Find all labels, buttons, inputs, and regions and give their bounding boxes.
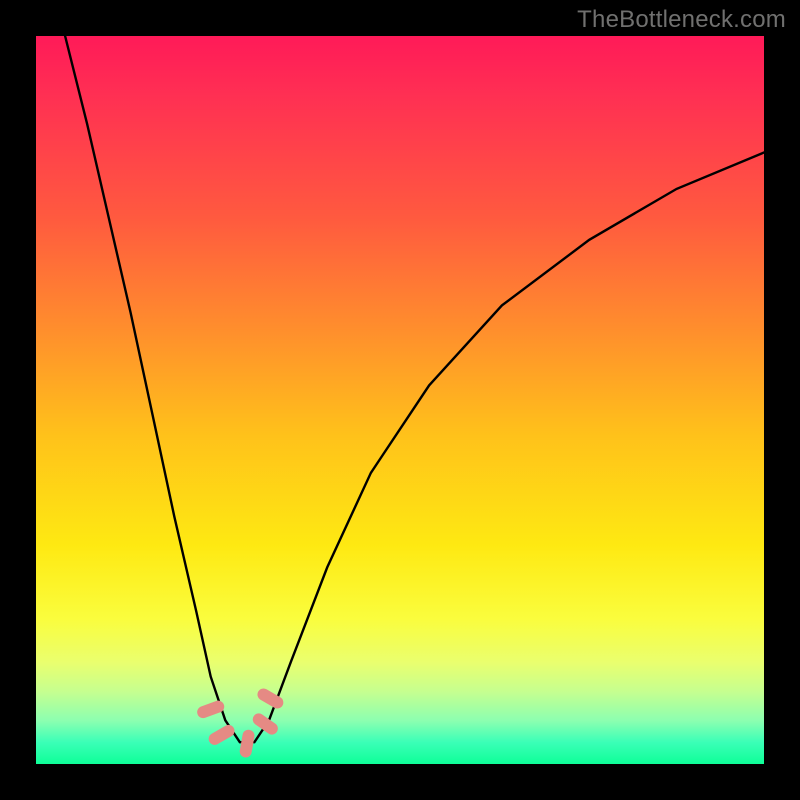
background-gradient [36,36,764,764]
plot-area [36,36,764,764]
chart-stage: TheBottleneck.com [0,0,800,800]
watermark-text: TheBottleneck.com [577,6,786,34]
